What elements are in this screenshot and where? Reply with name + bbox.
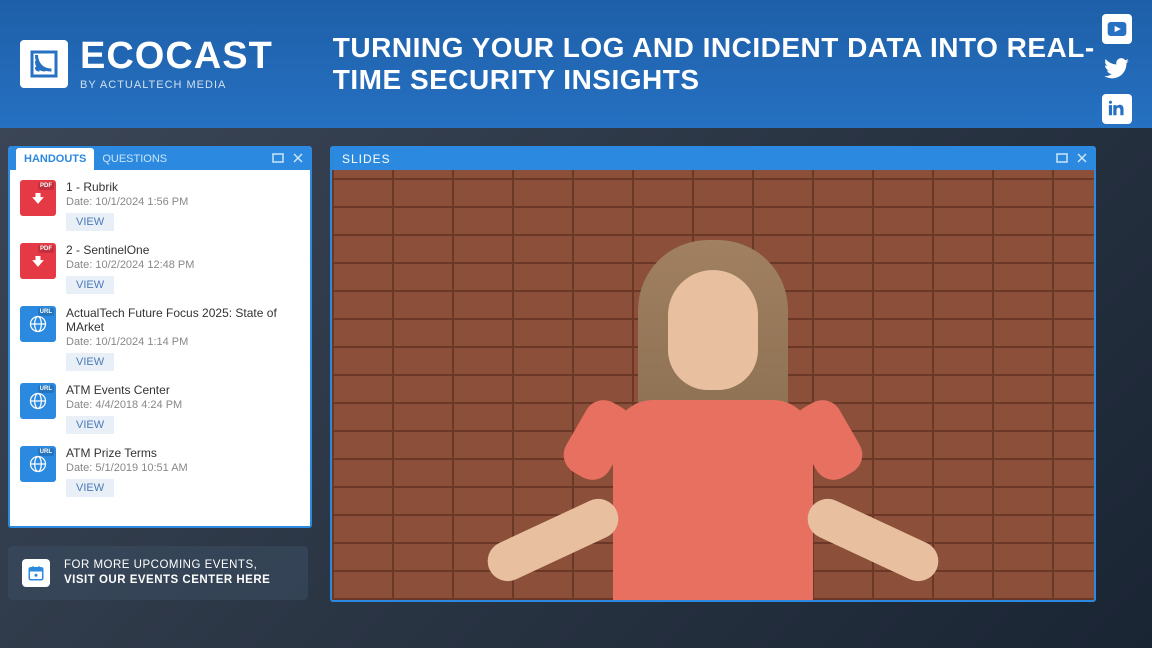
url-icon: URL — [20, 446, 56, 482]
handouts-panel: HANDOUTS QUESTIONS PDF 1 - Rubrik Da — [8, 146, 312, 528]
handout-title: 2 - SentinelOne — [66, 243, 300, 257]
handout-item: URL ATM Events Center Date: 4/4/2018 4:2… — [10, 377, 310, 440]
events-banner[interactable]: FOR MORE UPCOMING EVENTS, VISIT OUR EVEN… — [8, 546, 308, 600]
handout-title: ATM Events Center — [66, 383, 300, 397]
close-icon[interactable] — [1074, 150, 1090, 166]
handout-date: Date: 5/1/2019 10:51 AM — [66, 462, 300, 474]
pdf-icon: PDF — [20, 180, 56, 216]
close-icon[interactable] — [290, 150, 306, 166]
events-line2: VISIT OUR EVENTS CENTER HERE — [64, 573, 270, 588]
handout-date: Date: 4/4/2018 4:24 PM — [66, 399, 300, 411]
handout-list: PDF 1 - Rubrik Date: 10/1/2024 1:56 PM V… — [10, 170, 310, 526]
tab-handouts[interactable]: HANDOUTS — [16, 148, 94, 170]
handout-title: ATM Prize Terms — [66, 446, 300, 460]
url-icon: URL — [20, 383, 56, 419]
handout-title: ActualTech Future Focus 2025: State of M… — [66, 306, 300, 334]
handout-title: 1 - Rubrik — [66, 180, 300, 194]
handout-date: Date: 10/2/2024 12:48 PM — [66, 259, 300, 271]
view-button[interactable]: VIEW — [66, 479, 114, 497]
handout-item: URL ActualTech Future Focus 2025: State … — [10, 300, 310, 377]
ecocast-logo-icon — [20, 40, 68, 88]
youtube-icon[interactable] — [1102, 14, 1132, 44]
page-title: TURNING YOUR LOG AND INCIDENT DATA INTO … — [333, 32, 1132, 96]
slides-title: SLIDES — [338, 152, 391, 166]
view-button[interactable]: VIEW — [66, 353, 114, 371]
maximize-icon[interactable] — [270, 150, 286, 166]
slides-panel: SLIDES — [330, 146, 1096, 602]
video-area[interactable] — [332, 170, 1094, 600]
calendar-icon — [22, 559, 50, 587]
logo-section: ECOCAST BY ACTUALTECH MEDIA — [20, 37, 273, 91]
handout-date: Date: 10/1/2024 1:56 PM — [66, 196, 300, 208]
pdf-icon: PDF — [20, 243, 56, 279]
tab-questions[interactable]: QUESTIONS — [94, 148, 175, 170]
linkedin-icon[interactable] — [1102, 94, 1132, 124]
social-icons — [1102, 14, 1132, 124]
slides-titlebar: SLIDES — [332, 148, 1094, 170]
url-icon: URL — [20, 306, 56, 342]
handout-item: URL ATM Prize Terms Date: 5/1/2019 10:51… — [10, 440, 310, 503]
logo-subtitle: BY ACTUALTECH MEDIA — [80, 79, 273, 91]
handout-item: PDF 1 - Rubrik Date: 10/1/2024 1:56 PM V… — [10, 174, 310, 237]
presenter-figure — [503, 220, 923, 600]
view-button[interactable]: VIEW — [66, 416, 114, 434]
events-banner-text: FOR MORE UPCOMING EVENTS, VISIT OUR EVEN… — [64, 558, 270, 588]
events-line1: FOR MORE UPCOMING EVENTS, — [64, 558, 270, 573]
view-button[interactable]: VIEW — [66, 276, 114, 294]
handout-date: Date: 10/1/2024 1:14 PM — [66, 336, 300, 348]
view-button[interactable]: VIEW — [66, 213, 114, 231]
header: ECOCAST BY ACTUALTECH MEDIA TURNING YOUR… — [0, 0, 1152, 128]
handout-item: PDF 2 - SentinelOne Date: 10/2/2024 12:4… — [10, 237, 310, 300]
maximize-icon[interactable] — [1054, 150, 1070, 166]
twitter-icon[interactable] — [1102, 54, 1132, 84]
handouts-titlebar: HANDOUTS QUESTIONS — [10, 148, 310, 170]
logo-title: ECOCAST — [80, 37, 273, 75]
